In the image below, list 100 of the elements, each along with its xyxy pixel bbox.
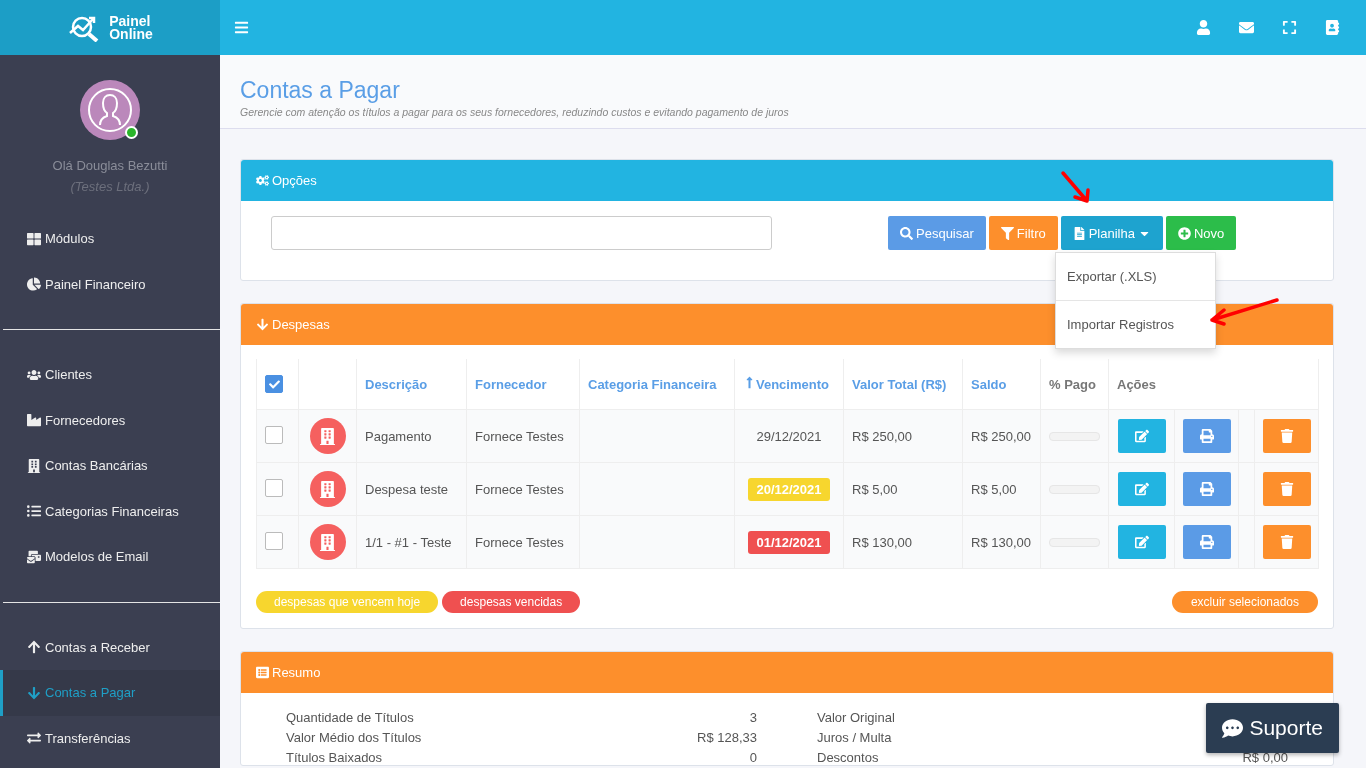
- annotation-arrow: [1060, 170, 1092, 206]
- summary-label: Títulos Baixados: [286, 750, 383, 765]
- document-icon: [1072, 226, 1086, 240]
- summary-value: R$ 128,33: [697, 730, 757, 745]
- table-cell: R$ 250,00: [962, 409, 1041, 463]
- column-header: Ações: [1108, 359, 1319, 410]
- due-date: 29/12/2021: [755, 427, 823, 446]
- menu-item[interactable]: Importar Registros: [1056, 300, 1215, 348]
- summary-label: Valor Original: [817, 710, 895, 725]
- legend-tag: despesas vencidas: [442, 591, 581, 613]
- exchange-icon: [27, 731, 41, 746]
- due-date: 20/12/2021: [748, 477, 830, 501]
- printer-icon: [1200, 429, 1214, 443]
- building-icon: [309, 418, 346, 454]
- summary-value: 3: [749, 710, 757, 725]
- sidebar-item[interactable]: Contas a Pagar: [0, 670, 220, 716]
- edit-button[interactable]: [1117, 419, 1166, 453]
- table-cell: R$ 5,00: [843, 462, 963, 516]
- logo-text: Painel: [109, 14, 151, 28]
- summary-value: 0: [749, 750, 757, 765]
- legend-tag: despesas que vencem hoje: [256, 591, 439, 613]
- table-cell: Fornece Testes: [466, 462, 580, 516]
- table-cell: R$ 5,00: [962, 462, 1041, 516]
- sidebar-item[interactable]: Categorias Financeiras: [0, 488, 220, 534]
- delete-button[interactable]: [1263, 472, 1311, 506]
- delete-button[interactable]: [1263, 525, 1311, 559]
- summary-label: Juros / Multa: [817, 730, 892, 745]
- select-all-checkbox[interactable]: [265, 375, 283, 393]
- row-checkbox[interactable]: [265, 531, 283, 550]
- trash-icon: [1280, 482, 1294, 496]
- menu-icon[interactable]: [234, 20, 249, 35]
- user-icon[interactable]: [1196, 20, 1211, 35]
- page-title: Contas a Pagar: [240, 77, 401, 104]
- pie-chart-icon: [27, 277, 41, 292]
- print-button[interactable]: [1183, 525, 1231, 559]
- summary-label: Descontos: [817, 750, 879, 765]
- panel-header: Resumo: [241, 652, 1333, 693]
- search-icon: [900, 226, 913, 240]
- sidebar-item[interactable]: Transferências: [0, 715, 220, 761]
- due-date: 01/12/2021: [748, 530, 830, 554]
- building-icon: [27, 458, 41, 473]
- check-icon: [268, 378, 280, 390]
- users-icon: [27, 367, 41, 382]
- delete-button[interactable]: [1263, 419, 1311, 453]
- sidebar-item[interactable]: Painel Financeiro: [0, 261, 220, 307]
- address-book-icon[interactable]: [1325, 20, 1340, 35]
- printer-icon: [1200, 482, 1214, 496]
- support-button[interactable]: Suporte: [1206, 703, 1339, 753]
- summary-value: R$ 0,00: [1242, 750, 1288, 765]
- table-cell: R$ 130,00: [843, 515, 963, 569]
- sidebar-item[interactable]: Módulos: [0, 216, 220, 262]
- print-button[interactable]: [1183, 419, 1231, 453]
- column-header: % Pago: [1040, 359, 1109, 410]
- arrow-down-icon: [256, 318, 269, 331]
- sidebar-item[interactable]: Fornecedores: [0, 397, 220, 443]
- trash-icon: [1280, 429, 1294, 443]
- sidebar-item[interactable]: Modelos de Email: [0, 534, 220, 580]
- building-icon: [309, 524, 346, 560]
- grid-icon: [27, 231, 41, 246]
- row-checkbox[interactable]: [265, 425, 283, 444]
- chat-icon: [1222, 717, 1244, 739]
- list-icon: [27, 504, 41, 519]
- sidebar-item[interactable]: Clientes: [0, 352, 220, 398]
- summary-label: Quantidade de Títulos: [286, 710, 414, 725]
- sidebar-item[interactable]: Contas Bancárias: [0, 443, 220, 489]
- mail-icon: [27, 549, 41, 564]
- edit-icon: [1134, 482, 1149, 496]
- arrow-up-icon: [27, 640, 41, 655]
- user-silhouette-icon: [87, 87, 133, 133]
- edit-icon: [1134, 535, 1149, 549]
- gears-icon: [256, 174, 269, 187]
- edit-icon: [1134, 429, 1149, 443]
- logo-text: Online: [109, 27, 153, 41]
- list-icon: [256, 666, 269, 679]
- filter-icon: [1000, 226, 1014, 240]
- print-button[interactable]: [1183, 472, 1231, 506]
- menu-item[interactable]: Exportar (.XLS): [1056, 253, 1215, 300]
- table-cell: R$ 130,00: [962, 515, 1041, 569]
- summary-label: Valor Médio dos Títulos: [286, 730, 422, 745]
- table-cell: Despesa teste: [356, 462, 467, 516]
- table-cell: Fornece Testes: [466, 409, 580, 463]
- row-checkbox[interactable]: [265, 478, 283, 497]
- page-subtitle: Gerencie com atenção os títulos a pagar para os seus fornecedores, reduzindo custos e evitando pagamento de juros: [240, 106, 790, 118]
- edit-button[interactable]: [1117, 525, 1166, 559]
- greeting: Olá Douglas Bezutti: [51, 158, 169, 173]
- edit-button[interactable]: [1117, 472, 1166, 506]
- building-icon: [309, 471, 346, 507]
- table-cell: Fornece Testes: [466, 515, 580, 569]
- factory-icon: [27, 413, 41, 428]
- printer-icon: [1200, 535, 1214, 549]
- table-cell: 1/1 - #1 - Teste: [356, 515, 467, 569]
- panel-header: Opções: [241, 160, 1333, 201]
- table-cell: R$ 250,00: [843, 409, 963, 463]
- arrow-down-icon: [27, 685, 41, 700]
- sidebar-item[interactable]: Contas a Receber: [0, 624, 220, 670]
- table-cell: Pagamento: [356, 409, 467, 463]
- fullscreen-icon[interactable]: [1282, 20, 1297, 35]
- search-field[interactable]: [271, 216, 772, 250]
- envelope-icon[interactable]: [1239, 20, 1254, 35]
- trash-icon: [1280, 535, 1294, 549]
